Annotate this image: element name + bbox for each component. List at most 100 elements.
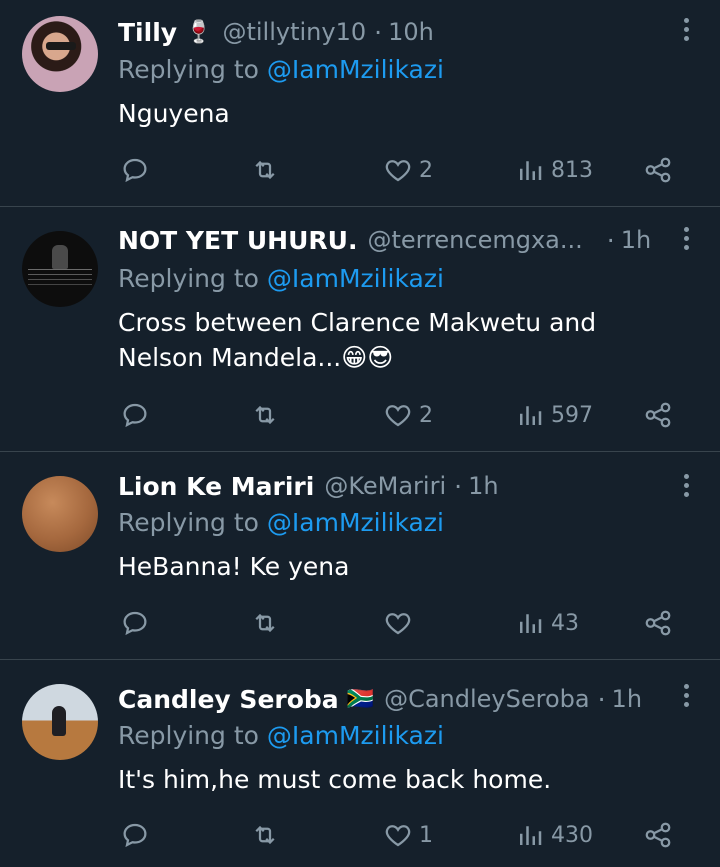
like-count: 2 xyxy=(419,157,433,183)
tweet[interactable]: Lion Ke Mariri @KeMariri · 1h Replying t… xyxy=(0,452,720,660)
mention-link[interactable]: @IamMzilikazi xyxy=(267,264,444,293)
avatar[interactable] xyxy=(22,684,98,760)
share-button[interactable] xyxy=(643,603,673,643)
avatar-person xyxy=(52,706,66,736)
replying-to-label: Replying to xyxy=(118,55,259,84)
retweet-button[interactable] xyxy=(250,603,280,643)
reply-icon xyxy=(123,823,147,848)
action-bar: 1 430 xyxy=(0,815,720,855)
replying-to-label: Replying to xyxy=(118,264,259,293)
timestamp[interactable]: 1h xyxy=(468,472,498,500)
replying-to: Replying to @IamMzilikazi xyxy=(118,55,444,84)
mention-link[interactable]: @IamMzilikazi xyxy=(267,721,444,750)
share-button[interactable] xyxy=(643,150,673,190)
share-button[interactable] xyxy=(643,395,673,435)
share-icon xyxy=(645,402,671,428)
mention-link[interactable]: @IamMzilikazi xyxy=(267,508,444,537)
reply-icon xyxy=(123,403,147,428)
reply-button[interactable] xyxy=(120,150,150,190)
like-icon xyxy=(385,613,411,635)
separator-dot: · xyxy=(606,225,615,255)
views-icon xyxy=(520,161,542,180)
user-handle[interactable]: @terrencemgxa... xyxy=(367,226,582,254)
separator-dot: · xyxy=(374,17,383,47)
like-button[interactable]: 2 xyxy=(383,150,433,190)
tweet[interactable]: Candley Seroba 🇿🇦 @CandleySeroba · 1h Re… xyxy=(0,660,720,867)
avatar-text-lines xyxy=(28,269,92,270)
reply-button[interactable] xyxy=(120,815,150,855)
retweet-icon xyxy=(255,405,275,425)
views-icon xyxy=(520,406,542,425)
views-button[interactable]: 430 xyxy=(515,815,593,855)
user-handle[interactable]: @KeMariri xyxy=(324,472,446,500)
like-count: 1 xyxy=(419,822,433,848)
like-button[interactable] xyxy=(383,603,419,643)
share-icon xyxy=(645,610,671,636)
separator-dot: · xyxy=(597,684,606,714)
timestamp[interactable]: 10h xyxy=(388,18,434,46)
replying-to-label: Replying to xyxy=(118,508,259,537)
action-bar: 2 813 xyxy=(0,150,720,190)
retweet-button[interactable] xyxy=(250,815,280,855)
replying-to: Replying to @IamMzilikazi xyxy=(118,508,444,537)
views-count: 430 xyxy=(551,822,593,848)
more-icon[interactable] xyxy=(680,18,692,46)
separator-dot: · xyxy=(454,471,463,501)
timestamp[interactable]: 1h xyxy=(621,226,651,254)
display-name[interactable]: NOT YET UHURU. xyxy=(118,226,357,255)
tweet-text: Nguyena xyxy=(118,99,230,128)
retweet-button[interactable] xyxy=(250,150,280,190)
retweet-icon xyxy=(255,825,275,845)
views-icon xyxy=(520,614,542,633)
retweet-icon xyxy=(255,160,275,180)
share-icon xyxy=(645,157,671,183)
more-icon[interactable] xyxy=(680,474,692,502)
share-icon xyxy=(645,822,671,848)
tweet-header: Tilly 🍷 @tillytiny10 · 10h xyxy=(118,15,434,49)
replying-to: Replying to @IamMzilikazi xyxy=(118,264,444,293)
avatar[interactable] xyxy=(22,476,98,552)
reply-icon xyxy=(123,611,147,636)
tweet-text: HeBanna! Ke yena xyxy=(118,552,350,581)
timestamp[interactable]: 1h xyxy=(612,685,642,713)
views-count: 813 xyxy=(551,157,593,183)
tweet-header: Candley Seroba 🇿🇦 @CandleySeroba · 1h xyxy=(118,682,642,716)
like-icon xyxy=(385,160,411,182)
display-name[interactable]: Tilly xyxy=(118,18,177,47)
replying-to-label: Replying to xyxy=(118,721,259,750)
avatar[interactable] xyxy=(22,16,98,92)
tweet-text: Cross between Clarence Makwetu and Nelso… xyxy=(118,308,597,372)
retweet-button[interactable] xyxy=(250,395,280,435)
action-bar: 2 597 xyxy=(0,395,720,435)
tweet[interactable]: Tilly 🍷 @tillytiny10 · 10h Replying to @… xyxy=(0,0,720,207)
avatar-glasses xyxy=(46,42,76,50)
user-handle[interactable]: @tillytiny10 xyxy=(222,18,366,46)
reply-feed: Tilly 🍷 @tillytiny10 · 10h Replying to @… xyxy=(0,0,720,867)
avatar-figure xyxy=(52,245,68,269)
reply-button[interactable] xyxy=(120,603,150,643)
reply-icon xyxy=(123,158,147,183)
views-button[interactable]: 597 xyxy=(515,395,593,435)
tweet[interactable]: NOT YET UHURU. @terrencemgxa... · 1h Rep… xyxy=(0,207,720,452)
display-name[interactable]: Candley Seroba xyxy=(118,685,339,714)
more-icon[interactable] xyxy=(680,227,692,255)
user-handle[interactable]: @CandleySeroba xyxy=(384,685,590,713)
reply-button[interactable] xyxy=(120,395,150,435)
flag-emoji: 🇿🇦 xyxy=(346,686,375,712)
views-count: 597 xyxy=(551,402,593,428)
like-button[interactable]: 1 xyxy=(383,815,433,855)
views-icon xyxy=(520,826,542,845)
like-count: 2 xyxy=(419,402,433,428)
mention-link[interactable]: @IamMzilikazi xyxy=(267,55,444,84)
like-icon xyxy=(385,405,411,427)
share-button[interactable] xyxy=(643,815,673,855)
views-button[interactable]: 813 xyxy=(515,150,593,190)
more-icon[interactable] xyxy=(680,684,692,712)
views-button[interactable]: 43 xyxy=(515,603,579,643)
replying-to: Replying to @IamMzilikazi xyxy=(118,721,444,750)
retweet-icon xyxy=(255,613,275,633)
avatar[interactable] xyxy=(22,231,98,307)
display-name[interactable]: Lion Ke Mariri xyxy=(118,472,314,501)
views-count: 43 xyxy=(551,610,579,636)
like-button[interactable]: 2 xyxy=(383,395,433,435)
